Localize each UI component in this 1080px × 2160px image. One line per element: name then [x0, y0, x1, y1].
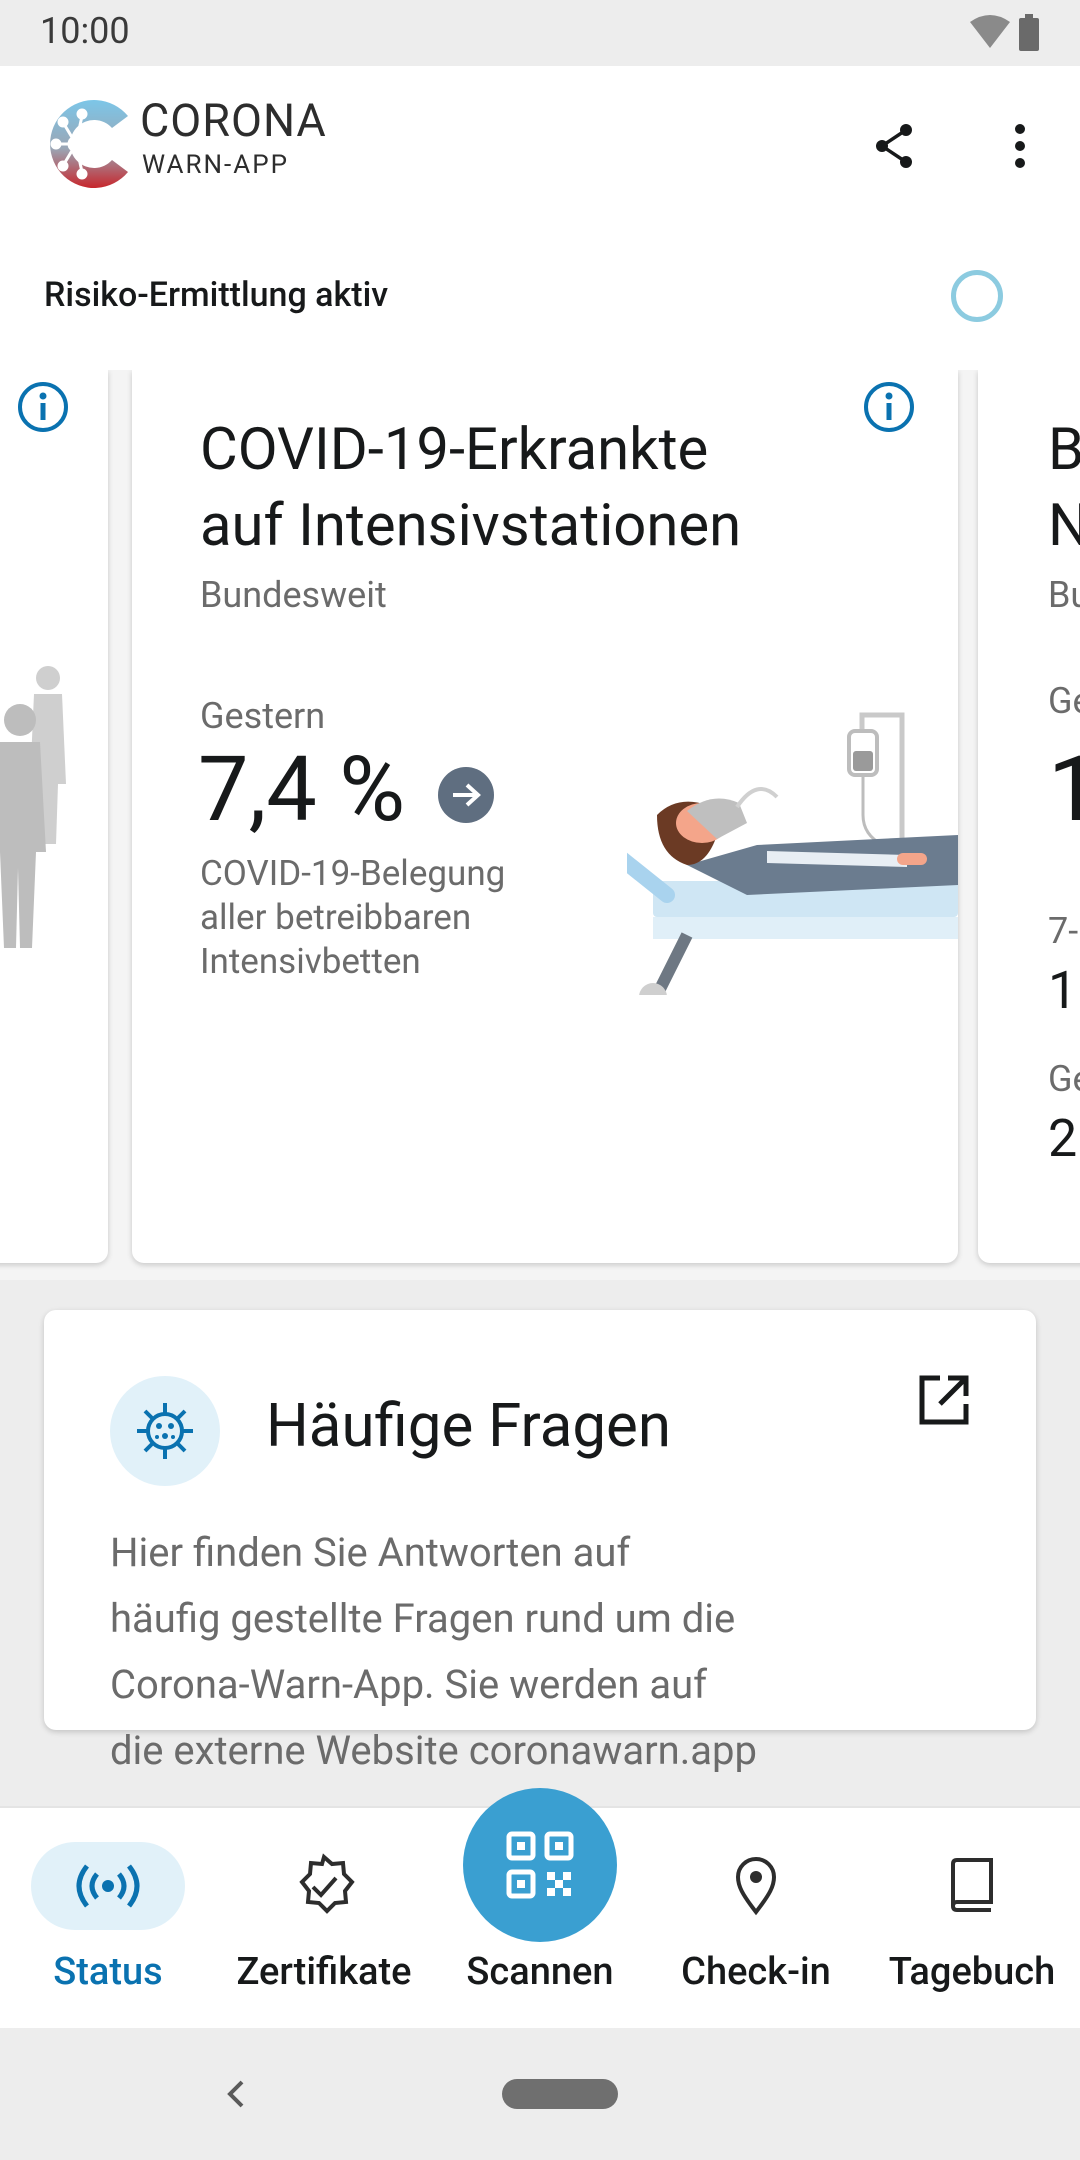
- nav-item-zertifikate[interactable]: Zertifikate: [216, 1808, 432, 2030]
- broadcast-icon: [76, 1864, 140, 1908]
- nav-label-zertifikate: Zertifikate: [236, 1950, 412, 1994]
- trend-arrow-icon: [438, 767, 494, 823]
- back-icon[interactable]: [222, 2072, 250, 2116]
- location-pin-icon: [735, 1857, 777, 1916]
- risk-status-label[interactable]: Risiko-Ermittlung aktiv: [44, 275, 388, 315]
- statistics-carousel[interactable]: COVID-19-Erkrankte auf Intensivstationen…: [0, 370, 1080, 1280]
- scan-fab-button[interactable]: [463, 1788, 617, 1942]
- stat-card-next-row2-value: 2: [1048, 1108, 1078, 1169]
- bottom-navigation: Status Zertifikate Scannen Check-in Tage…: [0, 1788, 1080, 2030]
- nav-item-tagebuch[interactable]: Tagebuch: [864, 1808, 1080, 2030]
- external-link-icon[interactable]: [914, 1370, 974, 1430]
- stat-card-previous[interactable]: [0, 370, 108, 1263]
- nav-item-status[interactable]: Status: [0, 1808, 216, 2030]
- book-icon: [950, 1858, 993, 1912]
- stat-card-next-day-label: Ge: [1048, 680, 1080, 722]
- nav-label-check-in: Check-in: [681, 1950, 831, 1994]
- stat-card-next-region: Bu: [1048, 574, 1080, 616]
- certificate-badge-icon: [299, 1853, 355, 1914]
- stat-card-next-row1-value: 1: [1048, 960, 1078, 1021]
- logo-title: CORONA: [140, 94, 327, 147]
- stat-card-description: COVID-19-Belegung aller betreibbaren Int…: [200, 853, 506, 982]
- stat-card-region: Bundesweit: [200, 574, 387, 616]
- more-vertical-icon: [1015, 124, 1025, 168]
- stat-card-next-value: 1: [1048, 737, 1080, 842]
- risk-progress-ring: [951, 270, 1003, 322]
- share-icon: [876, 124, 912, 168]
- stat-card-next-row2-label: Ge: [1048, 1058, 1080, 1100]
- overflow-menu-button[interactable]: [990, 116, 1050, 176]
- nav-label-tagebuch: Tagebuch: [888, 1950, 1056, 1994]
- faq-card[interactable]: Häufige Fragen Hier finden Sie Antworten…: [44, 1310, 1036, 1774]
- corona-warn-app-logo: [50, 100, 128, 188]
- stat-card-intensive-care[interactable]: COVID-19-Erkrankte auf Intensivstationen…: [132, 370, 958, 1263]
- stat-card-value: 7,4 %: [198, 737, 406, 842]
- stat-card-next-title: B N: [1048, 416, 1080, 560]
- logo-subtitle: WARN-APP: [142, 150, 290, 180]
- faq-description: Hier finden Sie Antworten auf häufig ges…: [110, 1529, 757, 1774]
- virus-icon: [110, 1376, 220, 1486]
- status-bar: [0, 0, 1080, 66]
- battery-icon: [1019, 14, 1039, 51]
- stat-card-day-label: Gestern: [200, 695, 326, 737]
- intensive-care-patient-illustration: [627, 712, 958, 995]
- info-icon[interactable]: [16, 380, 70, 434]
- faq-title: Häufige Fragen: [266, 1390, 671, 1461]
- nav-active-pill: [31, 1842, 185, 1930]
- stat-card-next[interactable]: B N Bu Ge 1 7- 1 Ge 2: [978, 370, 1080, 1263]
- qr-code-icon: [506, 1831, 574, 1899]
- nav-item-scannen[interactable]: Scannen: [432, 1788, 648, 2030]
- nav-item-check-in[interactable]: Check-in: [648, 1808, 864, 2030]
- stat-card-next-row1-label: 7-: [1048, 910, 1079, 952]
- people-silhouette-illustration: [0, 666, 66, 948]
- status-time: 10:00: [40, 10, 130, 52]
- share-button[interactable]: [864, 116, 924, 176]
- home-pill-button[interactable]: [502, 2079, 618, 2109]
- stat-card-title: COVID-19-Erkrankte auf Intensivstationen: [200, 416, 742, 560]
- nav-label-status: Status: [53, 1950, 163, 1994]
- nav-label-scannen: Scannen: [466, 1950, 614, 1994]
- wifi-icon: [970, 15, 1010, 48]
